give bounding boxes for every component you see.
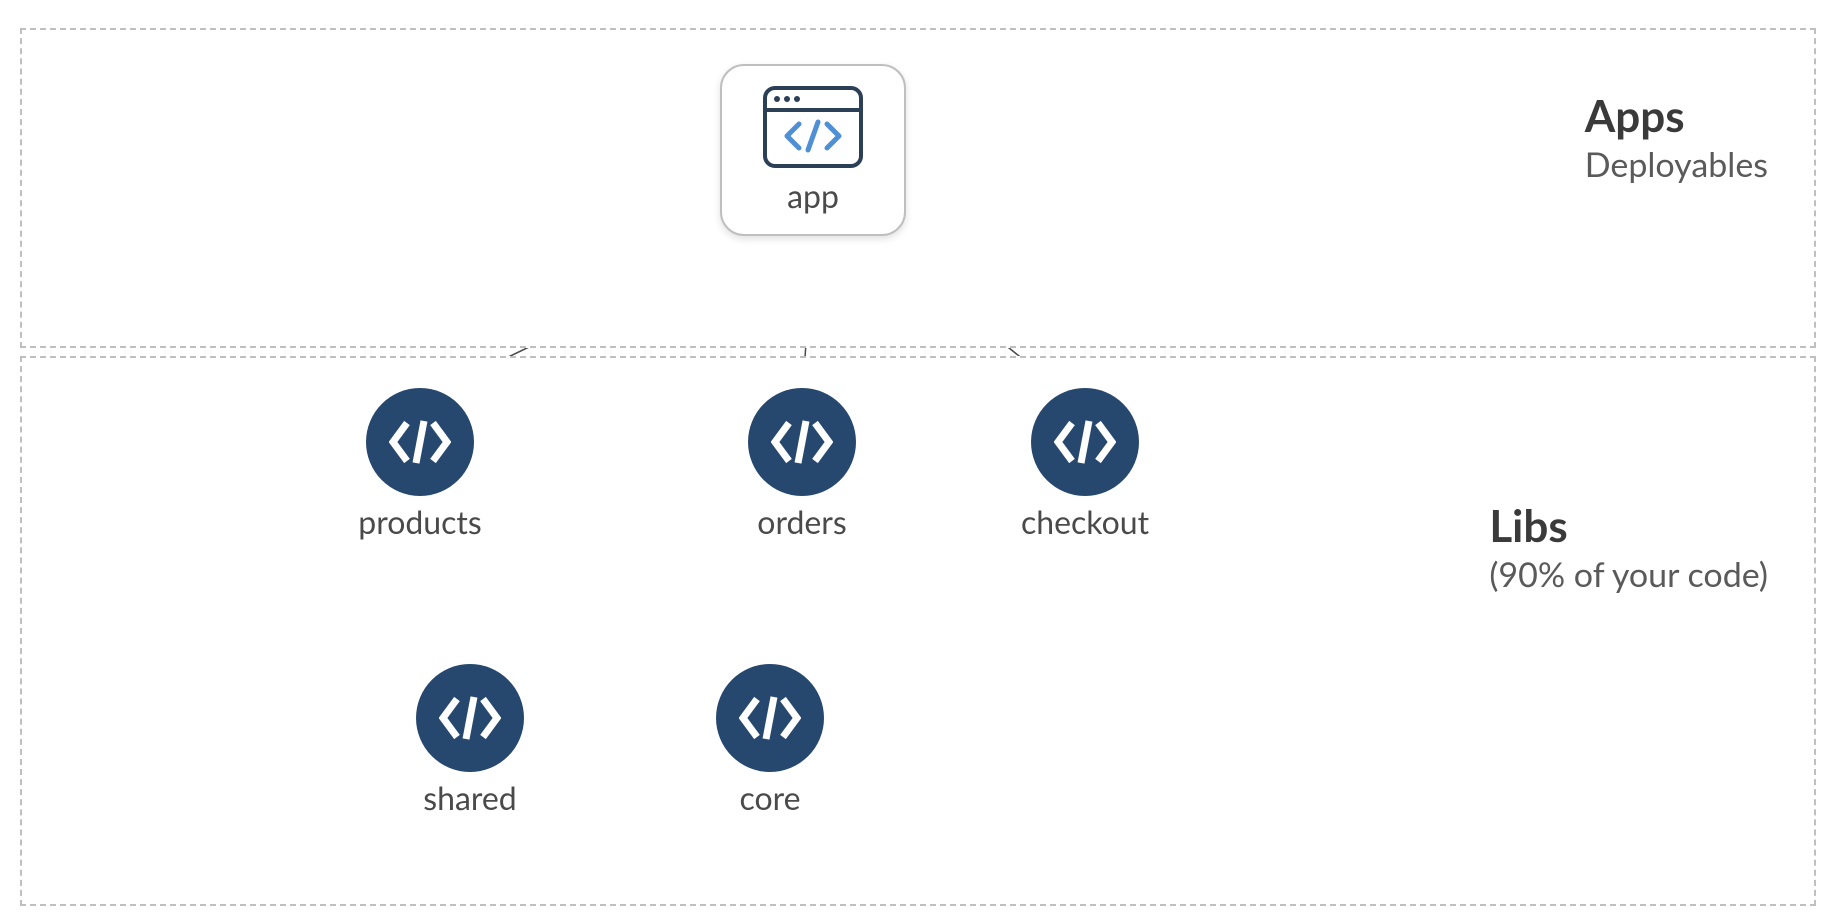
orders-node: orders — [732, 388, 872, 541]
code-icon — [748, 388, 856, 496]
apps-region-label: Apps Deployables — [1585, 90, 1768, 185]
core-node: core — [700, 664, 840, 817]
checkout-node: checkout — [1015, 388, 1155, 541]
orders-label: orders — [732, 502, 872, 541]
apps-subtitle: Deployables — [1585, 144, 1768, 185]
libs-region — [20, 356, 1816, 906]
libs-region-label: Libs (90% of your code) — [1489, 500, 1768, 595]
products-label: products — [350, 502, 490, 541]
app-label: app — [787, 176, 839, 215]
libs-subtitle: (90% of your code) — [1489, 554, 1768, 595]
checkout-label: checkout — [1015, 502, 1155, 541]
code-icon — [366, 388, 474, 496]
code-icon — [1031, 388, 1139, 496]
libs-title: Libs — [1489, 500, 1768, 552]
apps-title: Apps — [1585, 90, 1768, 142]
code-icon — [716, 664, 824, 772]
code-icon — [416, 664, 524, 772]
apps-region — [20, 28, 1816, 348]
app-card: app — [720, 64, 906, 236]
shared-node: shared — [400, 664, 540, 817]
products-node: products — [350, 388, 490, 541]
code-window-icon — [759, 82, 867, 172]
core-label: core — [700, 778, 840, 817]
shared-label: shared — [400, 778, 540, 817]
app-node: app — [720, 64, 906, 264]
